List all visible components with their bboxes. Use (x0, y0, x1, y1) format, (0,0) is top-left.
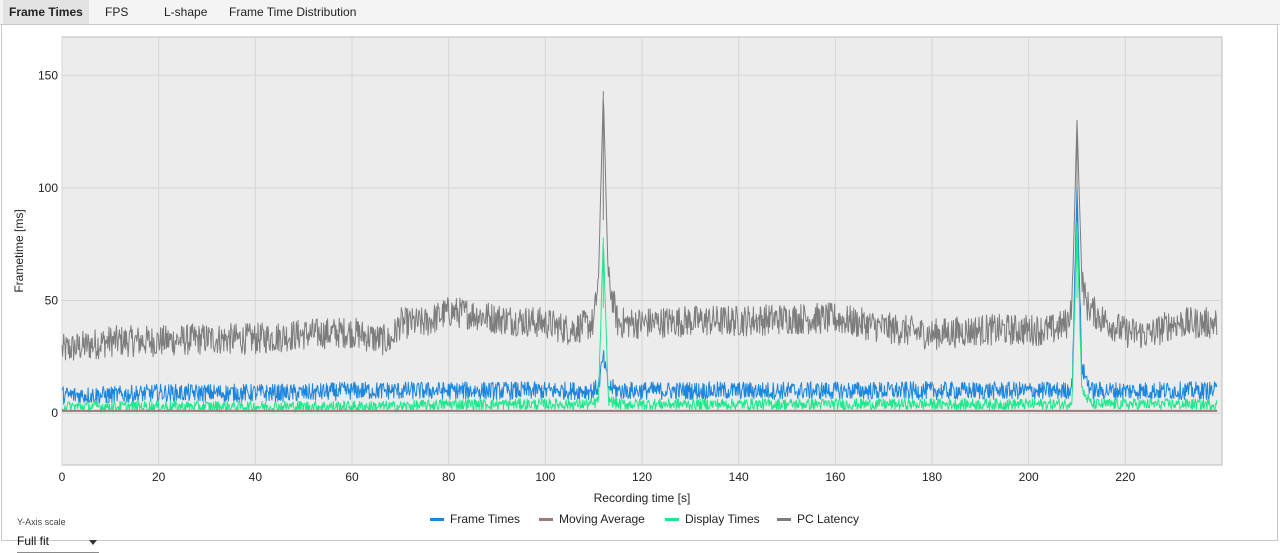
x-tick-label: 0 (59, 470, 66, 484)
tab-frame-times[interactable]: Frame Times (3, 0, 89, 24)
tab-l-shape[interactable]: L-shape (158, 0, 213, 24)
y-tick-label: 50 (45, 294, 59, 308)
legend-label: Display Times (685, 512, 760, 526)
x-tick-label: 40 (249, 470, 263, 484)
tab-fps[interactable]: FPS (99, 0, 134, 24)
x-tick-label: 200 (1019, 470, 1039, 484)
x-tick-label: 180 (922, 470, 942, 484)
chevron-down-icon (89, 540, 97, 545)
tab-bar: Frame Times FPS L-shape Frame Time Distr… (0, 0, 1280, 25)
x-tick-label: 20 (152, 470, 166, 484)
legend-label: Moving Average (559, 512, 645, 526)
y-tick-label: 0 (51, 406, 58, 420)
x-tick-label: 80 (442, 470, 456, 484)
y-axis-scale-dropdown[interactable]: Full fit (17, 531, 99, 553)
y-tick-label: 150 (38, 68, 58, 82)
legend-swatch (430, 518, 444, 521)
tab-frame-time-distribution[interactable]: Frame Time Distribution (223, 0, 362, 24)
y-tick-label: 100 (38, 181, 58, 195)
legend-swatch (777, 518, 791, 521)
x-tick-label: 120 (632, 470, 652, 484)
x-tick-label: 60 (345, 470, 359, 484)
chart-panel: 0 20 40 60 80 100 120 140 160 180 200 220 0 50 100 150 R… (1, 24, 1278, 553)
frametime-chart[interactable]: 0 20 40 60 80 100 120 140 160 180 200 220 0 50 100 150 R… (2, 25, 1277, 540)
x-tick-label: 140 (729, 470, 749, 484)
y-axis-label: Frametime [ms] (12, 209, 26, 292)
x-tick-label: 160 (825, 470, 845, 484)
y-axis-scale-label: Y-Axis scale (17, 517, 66, 527)
x-tick-label: 100 (535, 470, 555, 484)
x-tick-label: 220 (1115, 470, 1135, 484)
legend-swatch (665, 518, 679, 521)
x-axis-label: Recording time [s] (594, 491, 691, 505)
y-axis-scale-value: Full fit (17, 534, 50, 548)
legend-label: Frame Times (450, 512, 520, 526)
legend-label: PC Latency (797, 512, 859, 526)
legend-swatch (539, 518, 553, 521)
